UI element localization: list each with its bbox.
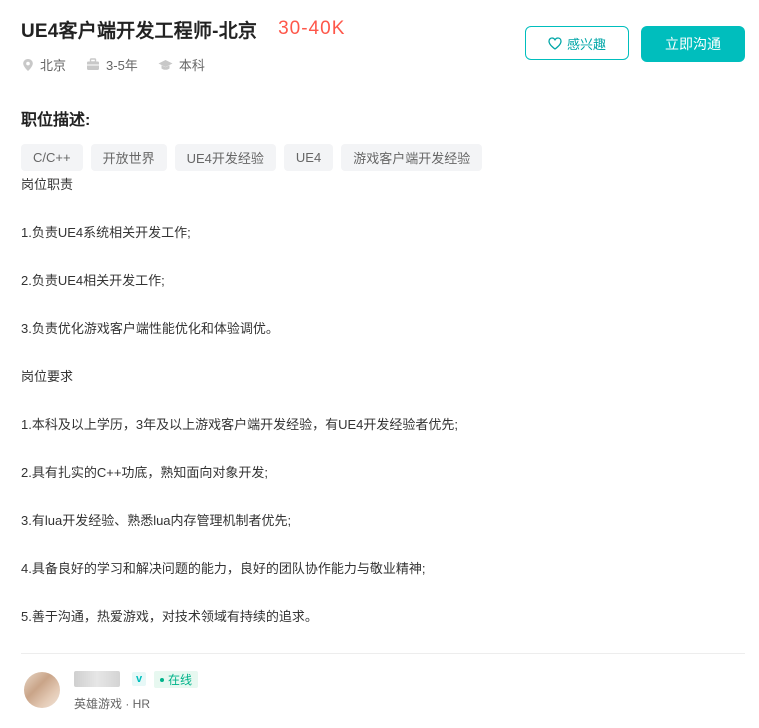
location-text: 北京 — [40, 58, 67, 73]
chat-now-label: 立即沟通 — [665, 36, 721, 52]
meta-degree: 本科 — [158, 55, 205, 74]
interest-label: 感兴趣 — [566, 36, 606, 52]
recruiter-avatar[interactable] — [24, 672, 60, 708]
heart-icon — [548, 36, 562, 50]
online-dot-icon — [160, 677, 164, 682]
online-status-badge: 在线 — [154, 671, 199, 688]
description-line: 5.善于沟通，热爱游戏，对技术领域有持续的追求。 — [21, 609, 318, 624]
description-line: 岗位要求 — [21, 369, 74, 384]
recruiter-company-role: 英雄游戏 · HR — [74, 697, 150, 711]
verified-icon: v — [132, 672, 146, 686]
job-title: UE4客户端开发工程师-北京 — [21, 20, 258, 42]
degree-text: 本科 — [178, 58, 205, 73]
description-line: 1.负责UE4系统相关开发工作; — [21, 225, 191, 240]
online-status-text: 在线 — [168, 673, 193, 687]
skill-tags: C/C++ 开放世界 UE4开发经验 UE4 游戏客户端开发经验 — [21, 144, 490, 171]
skill-tag: UE4开发经验 — [174, 144, 276, 171]
chat-now-button[interactable]: 立即沟通 — [641, 26, 745, 62]
experience-text: 3-5年 — [106, 58, 138, 73]
job-description: 岗位职责 1.负责UE4系统相关开发工作; 2.负责UE4相关开发工作; 3.负… — [21, 173, 741, 629]
section-title: 职位描述: — [21, 112, 91, 129]
location-icon — [23, 58, 33, 71]
briefcase-icon — [87, 58, 100, 70]
job-header: UE4客户端开发工程师-北京 30-40K — [21, 14, 345, 44]
divider — [21, 653, 745, 654]
description-line: 4.具备良好的学习和解决问题的能力，良好的团队协作能力与敬业精神; — [21, 561, 426, 576]
meta-experience: 3-5年 — [86, 55, 138, 74]
skill-tag: UE4 — [283, 144, 334, 171]
recruiter-name-blurred — [74, 671, 120, 687]
description-line: 1.本科及以上学历，3年及以上游戏客户端开发经验，有UE4开发经验者优先; — [21, 417, 458, 432]
description-line: 3.有lua开发经验、熟悉lua内存管理机制者优先; — [21, 513, 292, 528]
graduation-cap-icon — [158, 59, 173, 70]
skill-tag: 游戏客户端开发经验 — [341, 144, 483, 171]
skill-tag: 开放世界 — [90, 144, 167, 171]
meta-location: 北京 — [22, 55, 66, 74]
description-line: 3.负责优化游戏客户端性能优化和体验调优。 — [21, 321, 279, 336]
interest-button[interactable]: 感兴趣 — [525, 26, 629, 60]
salary: 30-40K — [278, 18, 346, 39]
skill-tag: C/C++ — [21, 144, 83, 171]
job-meta: 北京 3-5年 本科 — [22, 55, 225, 74]
description-line: 2.具有扎实的C++功底，熟知面向对象开发; — [21, 465, 269, 480]
description-line: 岗位职责 — [21, 177, 74, 192]
description-line: 2.负责UE4相关开发工作; — [21, 273, 165, 288]
